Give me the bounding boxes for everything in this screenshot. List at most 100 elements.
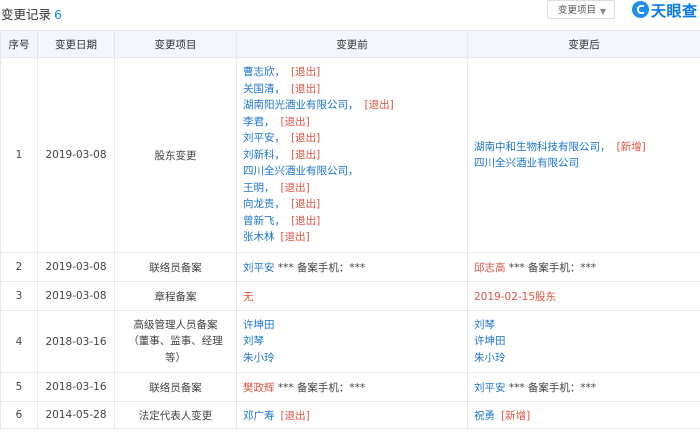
before-cell: 曹志欣， [退出] 关国清， [退出] 湖南阳光酒业有限公司， [退出] 李君， [退出…	[236, 57, 468, 253]
contact-person-link[interactable]: 刘平安	[474, 382, 506, 394]
shareholder-entry: 张木林 [退出]	[243, 229, 467, 246]
after-cell: 刘琴 许坤田 朱小玲	[467, 310, 700, 373]
status-tag: [新增]	[616, 140, 646, 153]
column-header: 变更日期	[37, 30, 115, 58]
contact-person-link[interactable]: 樊政辉	[243, 382, 275, 394]
shareholder-entry: 四川全兴酒业有限公司，	[243, 163, 467, 180]
status-tag: [退出]	[291, 214, 321, 227]
change-item: 法定代表人变更	[114, 401, 237, 429]
row-index: 2	[0, 252, 38, 282]
manager-link[interactable]: 许坤田	[243, 317, 467, 334]
contact-phone-text: *** 备案手机：***	[505, 381, 597, 394]
change-date: 2019-03-08	[37, 281, 115, 311]
shareholder-link[interactable]: 湖南阳光酒业有限公司，	[243, 99, 359, 111]
change-item-line: 等）	[165, 351, 186, 364]
contact-person-link[interactable]: 刘平安	[243, 262, 275, 274]
table-row: 6 2014-05-28 法定代表人变更 邓广寿 [退出] 祝勇 [新增]	[0, 401, 700, 429]
table-header-row: 序号 变更日期 变更项目 变更前 变更后	[0, 30, 700, 58]
shareholder-entry: 向龙贵， [退出]	[243, 196, 467, 213]
shareholder-link[interactable]: 李君，	[243, 116, 275, 128]
row-index: 4	[0, 310, 38, 373]
shareholder-link[interactable]: 湖南中和生物科技有限公司，	[474, 141, 611, 153]
column-header: 序号	[0, 30, 38, 58]
caret-down-icon: ▼	[599, 7, 606, 16]
manager-link[interactable]: 刘琴	[474, 317, 700, 334]
section-title: 变更记录 6	[1, 4, 62, 23]
shareholder-link[interactable]: 曾新飞，	[243, 215, 285, 227]
manager-link[interactable]: 刘琴	[243, 333, 467, 350]
change-date: 2019-03-08	[37, 57, 115, 253]
manager-link[interactable]: 朱小玲	[474, 350, 700, 367]
change-item-line: 高级管理人员备案	[133, 318, 218, 331]
manager-link[interactable]: 许坤田	[474, 333, 700, 350]
change-date: 2019-03-08	[37, 252, 115, 282]
contact-phone-text: *** 备案手机：***	[505, 261, 597, 274]
shareholder-link[interactable]: 四川全兴酒业有限公司	[474, 157, 579, 169]
shareholder-entry: 湖南阳光酒业有限公司， [退出]	[243, 97, 467, 114]
shareholder-link[interactable]: 四川全兴酒业有限公司，	[243, 165, 359, 177]
table-row: 2 2019-03-08 联络员备案 刘平安 *** 备案手机：*** 邱志高 …	[0, 252, 700, 282]
shareholder-entry: 曾新飞， [退出]	[243, 213, 467, 230]
manager-link[interactable]: 朱小玲	[243, 350, 467, 367]
row-index: 1	[0, 57, 38, 253]
contact-phone-text: *** 备案手机：***	[274, 261, 366, 274]
change-item: 高级管理人员备案 （董事、监事、经理 等）	[114, 310, 237, 373]
row-index: 5	[0, 372, 38, 402]
status-tag: [退出]	[280, 409, 310, 422]
change-date: 2014-05-28	[37, 401, 115, 429]
shareholder-link[interactable]: 关国清，	[243, 83, 285, 95]
shareholder-link[interactable]: 王明，	[243, 182, 275, 194]
table-row: 5 2018-03-16 联络员备案 樊政辉 *** 备案手机：*** 刘平安 …	[0, 372, 700, 402]
after-cell: 湖南中和生物科技有限公司， [新增] 四川全兴酒业有限公司	[467, 57, 700, 253]
change-item-filter-dropdown[interactable]: 变更项目 ▼	[547, 0, 615, 19]
before-cell: 许坤田 刘琴 朱小玲	[236, 310, 468, 373]
after-cell: 刘平安 *** 备案手机：***	[467, 372, 700, 402]
shareholder-link[interactable]: 曹志欣，	[243, 66, 285, 78]
legal-rep-link[interactable]: 祝勇	[474, 410, 495, 422]
table-row: 1 2019-03-08 股东变更 曹志欣， [退出] 关国清， [退出] 湖南阳光…	[0, 57, 700, 253]
shareholder-link[interactable]: 刘新科，	[243, 149, 285, 161]
table-row: 4 2018-03-16 高级管理人员备案 （董事、监事、经理 等） 许坤田 刘…	[0, 310, 700, 373]
change-item: 章程备案	[114, 281, 237, 311]
change-record-table: 序号 变更日期 变更项目 变更前 变更后 1 2019-03-08 股东变更 曹…	[0, 30, 700, 429]
legal-rep-link[interactable]: 邓广寿	[243, 410, 275, 422]
status-tag: [退出]	[280, 181, 310, 194]
shareholder-entry: 刘新科， [退出]	[243, 147, 467, 164]
shareholder-entry: 刘平安， [退出]	[243, 130, 467, 147]
status-tag: [退出]	[291, 82, 321, 95]
before-cell: 樊政辉 *** 备案手机：***	[236, 372, 468, 402]
after-cell: 祝勇 [新增]	[467, 401, 700, 429]
shareholder-link[interactable]: 向龙贵，	[243, 198, 285, 210]
column-header: 变更后	[467, 30, 700, 58]
shareholder-entry: 王明， [退出]	[243, 180, 467, 197]
shareholder-entry: 关国清， [退出]	[243, 81, 467, 98]
change-date: 2018-03-16	[37, 372, 115, 402]
change-item-line: （董事、监事、经理	[128, 335, 223, 348]
logo-text: 天眼查	[651, 2, 698, 20]
column-header: 变更前	[236, 30, 468, 58]
table-row: 3 2019-03-08 章程备案 无 2019-02-15股东	[0, 281, 700, 311]
contact-person-link[interactable]: 邱志高	[474, 262, 506, 274]
shareholder-entry: 四川全兴酒业有限公司	[474, 155, 700, 172]
row-index: 3	[0, 281, 38, 311]
change-item: 联络员备案	[114, 252, 237, 282]
logo-mark-icon	[632, 1, 649, 18]
status-tag: [退出]	[280, 231, 310, 244]
shareholder-link[interactable]: 刘平安，	[243, 132, 285, 144]
after-cell: 2019-02-15股东	[467, 281, 700, 311]
status-tag: [退出]	[291, 198, 321, 211]
shareholder-entry: 湖南中和生物科技有限公司， [新增]	[474, 139, 700, 156]
status-tag: [退出]	[291, 66, 321, 79]
status-tag: [退出]	[291, 148, 321, 161]
title-text: 变更记录	[1, 7, 52, 22]
status-tag: [退出]	[291, 132, 321, 145]
shareholder-link[interactable]: 张木林	[243, 231, 275, 243]
change-item: 联络员备案	[114, 372, 237, 402]
row-index: 6	[0, 401, 38, 429]
header-bar: 变更记录 6 变更项目 ▼ 天眼查	[0, 0, 700, 30]
before-cell: 无	[236, 281, 468, 311]
column-header: 变更项目	[114, 30, 237, 58]
change-date: 2018-03-16	[37, 310, 115, 373]
filter-label: 变更项目	[558, 5, 597, 16]
before-cell: 刘平安 *** 备案手机：***	[236, 252, 468, 282]
